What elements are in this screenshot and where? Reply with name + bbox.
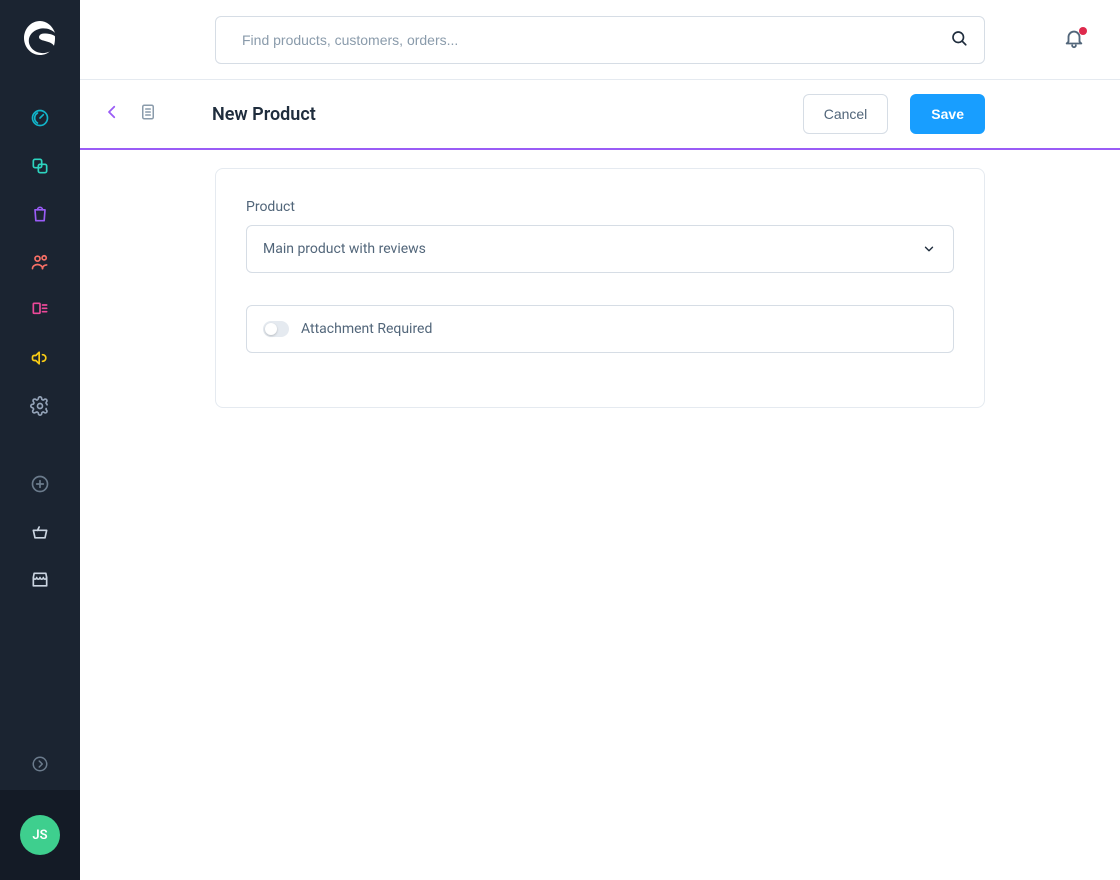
avatar: JS: [20, 815, 60, 855]
attachment-required-row: Attachment Required: [246, 305, 954, 353]
chevron-circle-right-icon: [31, 755, 49, 777]
sidebar-item-orders[interactable]: [0, 192, 80, 240]
shopping-bag-icon: [30, 204, 50, 228]
megaphone-icon: [30, 348, 50, 372]
gear-icon: [30, 396, 50, 420]
page-title: New Product: [212, 104, 316, 125]
list-view-button[interactable]: [136, 102, 160, 126]
document-list-icon: [139, 103, 157, 125]
user-menu[interactable]: JS: [0, 790, 80, 880]
sidebar-nav-secondary: [0, 462, 80, 606]
product-select-value: Main product with reviews: [263, 241, 426, 257]
overlap-squares-icon: [30, 156, 50, 180]
sidebar-bottom: JS: [0, 742, 80, 880]
product-select[interactable]: Main product with reviews: [246, 225, 954, 273]
avatar-initials: JS: [32, 828, 47, 843]
global-search: [215, 16, 985, 64]
topbar: [80, 0, 1120, 80]
back-button[interactable]: [100, 102, 124, 126]
sidebar-item-customers[interactable]: [0, 240, 80, 288]
sidebar-collapse-button[interactable]: [0, 742, 80, 790]
users-icon: [30, 252, 50, 276]
storefront-icon: [30, 570, 50, 594]
sidebar: JS: [0, 0, 80, 880]
content-area: Product Main product with reviews Attach…: [80, 150, 1120, 880]
sidebar-item-dashboard[interactable]: [0, 96, 80, 144]
attachment-required-label: Attachment Required: [301, 321, 432, 337]
sidebar-item-marketing[interactable]: [0, 336, 80, 384]
gauge-icon: [30, 108, 50, 132]
notification-unread-dot: [1079, 27, 1087, 35]
sidebar-item-catalogues[interactable]: [0, 144, 80, 192]
sidebar-item-storefront[interactable]: [0, 558, 80, 606]
sidebar-item-plus[interactable]: [0, 462, 80, 510]
page-header: New Product Cancel Save: [80, 80, 1120, 150]
main: New Product Cancel Save Product Main pro…: [80, 0, 1120, 880]
layout-list-icon: [30, 300, 50, 324]
sidebar-item-basket[interactable]: [0, 510, 80, 558]
sidebar-item-content[interactable]: [0, 288, 80, 336]
product-field-label: Product: [246, 199, 954, 215]
chevron-left-icon: [103, 103, 121, 125]
save-button[interactable]: Save: [910, 94, 985, 134]
notifications-button[interactable]: [1062, 28, 1086, 52]
search-button[interactable]: [947, 28, 971, 52]
plus-circle-icon: [30, 474, 50, 498]
sidebar-item-settings[interactable]: [0, 384, 80, 432]
app-logo[interactable]: [0, 0, 80, 80]
toggle-knob: [265, 323, 277, 335]
basket-icon: [30, 522, 50, 546]
shopware-logo-icon: [24, 21, 56, 59]
sidebar-nav-primary: [0, 96, 80, 432]
attachment-required-toggle[interactable]: [263, 321, 289, 337]
cancel-button[interactable]: Cancel: [803, 94, 889, 134]
product-form-card: Product Main product with reviews Attach…: [215, 168, 985, 408]
search-input[interactable]: [215, 16, 985, 64]
chevron-down-icon: [921, 241, 937, 257]
search-icon: [950, 29, 968, 51]
